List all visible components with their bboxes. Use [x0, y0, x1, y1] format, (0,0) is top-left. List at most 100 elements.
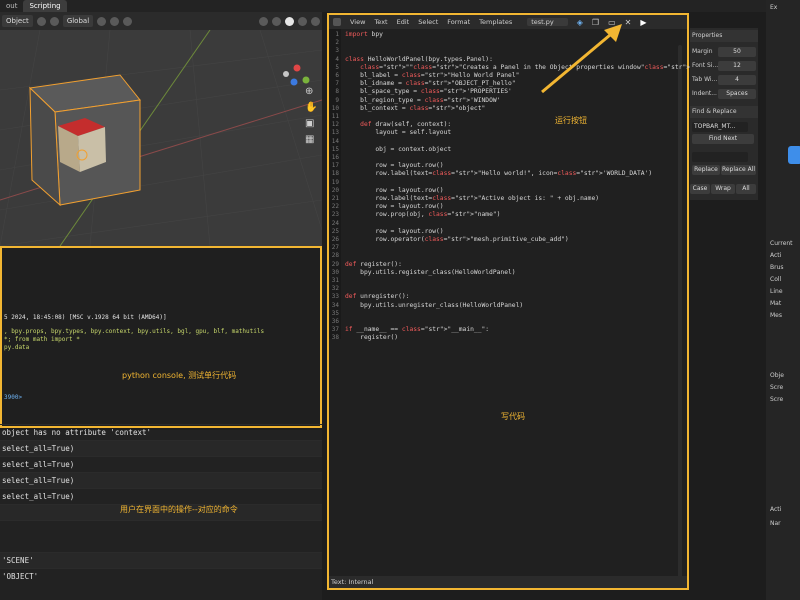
editor-type-icon[interactable]	[333, 18, 341, 26]
python-console[interactable]: 5 2024, 18:45:08) [MSC v.1928 64 bit (AM…	[0, 246, 322, 428]
case-toggle[interactable]: Case	[690, 184, 710, 194]
material-shading-icon[interactable]	[298, 16, 307, 26]
outliner-row[interactable]: Nar	[766, 520, 800, 527]
run-script-icon[interactable]: ▶	[640, 18, 646, 27]
replace-button[interactable]: Replace	[692, 165, 720, 175]
console-line: , bpy.props, bpy.types, bpy.context, bpy…	[4, 328, 265, 335]
code-line: bl_idname = class="str">"OBJECT_PT_hello…	[345, 80, 516, 88]
properties-panel-title[interactable]: Properties	[690, 30, 758, 42]
hand-icon[interactable]: ✋	[305, 102, 319, 113]
line-number: 30	[331, 268, 339, 276]
code-line: row.prop(obj, class="str">"name")	[345, 211, 501, 219]
grid-icon[interactable]: ▦	[305, 134, 319, 145]
rendered-shading-icon[interactable]	[311, 16, 320, 26]
view-icon[interactable]	[36, 16, 46, 26]
xray-icon[interactable]	[272, 16, 281, 26]
menu-edit[interactable]: Edit	[397, 18, 410, 26]
log-row: select_all=True)	[0, 488, 322, 504]
indent-dropdown[interactable]: Spaces	[718, 89, 756, 99]
menu-text[interactable]: Text	[374, 18, 387, 26]
console-annotation: python console, 测试单行代码	[122, 371, 237, 380]
outliner-row[interactable]: Obje	[766, 372, 800, 379]
tab-layout[interactable]: out	[0, 0, 23, 12]
find-field[interactable]: TOPBAR_MT...	[692, 122, 748, 132]
proportional-edit-icon[interactable]	[123, 16, 133, 26]
line-number: 31	[331, 277, 339, 284]
gizmo-y	[302, 76, 310, 84]
code-area[interactable]: 写代码 运行按钮 1 import bpy 2 3 4 class HelloWorldP…	[329, 29, 698, 585]
line-number: 15	[331, 145, 339, 153]
text-editor-header: View Text Edit Select Format Templates t…	[329, 15, 687, 29]
solid-shading-icon[interactable]	[285, 16, 294, 26]
mode-dropdown[interactable]: Object	[2, 15, 33, 27]
menu-format[interactable]: Format	[447, 18, 470, 26]
select-icon[interactable]	[49, 16, 59, 26]
outliner-row[interactable]: Scre	[766, 396, 800, 403]
outliner-row[interactable]: Mes	[766, 312, 800, 319]
scrollbar[interactable]	[678, 45, 682, 585]
line-number: 7	[335, 80, 339, 88]
code-line: obj = context.object	[345, 145, 452, 153]
line-number: 10	[331, 104, 339, 112]
snap-icon[interactable]	[110, 16, 120, 26]
code-line: row = layout.row()	[345, 227, 444, 235]
outliner-row[interactable]: Scre	[766, 384, 800, 391]
replace-field[interactable]	[692, 152, 748, 162]
find-replace-panel-title[interactable]: Find & Replace	[690, 106, 758, 118]
find-next-button[interactable]: Find Next	[692, 134, 754, 144]
code-line: bl_context = class="str">"object"	[345, 104, 486, 112]
outliner-row[interactable]: Ex	[766, 4, 800, 11]
wrap-toggle[interactable]: Wrap	[711, 184, 735, 194]
log-row: select_all=True)	[0, 472, 322, 488]
log-row: object has no attribute 'context'	[0, 424, 322, 440]
menu-templates[interactable]: Templates	[479, 18, 512, 26]
zoom-icon[interactable]: ⊕	[305, 86, 319, 97]
margin-field[interactable]: 50	[718, 47, 756, 57]
gizmo-center	[283, 71, 289, 77]
outliner-row[interactable]: Brus	[766, 264, 800, 271]
log-row	[0, 520, 322, 536]
all-toggle[interactable]: All	[736, 184, 756, 194]
menu-view[interactable]: View	[350, 18, 365, 26]
line-number: 16	[331, 154, 339, 161]
transform-orientation-dropdown[interactable]: Global	[62, 15, 94, 27]
outliner-row[interactable]: Coll	[766, 276, 800, 283]
line-number: 18	[331, 170, 339, 178]
outliner-row[interactable]: Current	[766, 240, 800, 247]
3d-viewport[interactable]: ⊕ ✋ ▣ ▦	[0, 30, 322, 246]
outliner-panel[interactable]: Ex Current Acti Brus Coll Line Mat Mes O…	[766, 0, 800, 600]
code-line: def register():	[345, 260, 402, 268]
pivot-icon[interactable]	[97, 16, 107, 26]
menu-select[interactable]: Select	[418, 18, 438, 26]
line-number: 19	[331, 178, 339, 186]
line-number: 5	[335, 63, 339, 71]
line-number: 6	[335, 72, 339, 79]
font-size-field[interactable]: 12	[718, 61, 756, 71]
tab-width-field[interactable]: 4	[718, 75, 756, 85]
line-number: 28	[331, 252, 339, 260]
line-number: 34	[331, 301, 339, 309]
code-line: class="str">""class="str">"Creates a Pan…	[360, 63, 698, 71]
console-line: 5 2024, 18:45:08) [MSC v.1928 64 bit (AM…	[4, 314, 167, 321]
annotation-arrow	[541, 24, 622, 94]
blue-badge-icon	[788, 146, 800, 164]
line-number: 9	[335, 96, 339, 104]
camera-icon[interactable]: ▣	[305, 118, 319, 129]
outliner-row[interactable]: Acti	[766, 506, 800, 513]
replace-all-button[interactable]: Replace All	[721, 165, 756, 175]
line-number: 36	[331, 318, 339, 325]
line-number: 29	[331, 260, 339, 268]
outliner-row[interactable]: Mat	[766, 300, 800, 307]
overlay-icon[interactable]	[259, 16, 268, 26]
tab-scripting[interactable]: Scripting	[23, 0, 67, 12]
viewport-header: Object Global	[0, 12, 322, 30]
line-number: 26	[331, 236, 339, 243]
editor-sidebar: Properties Margin 50 Font Si... 12 Tab W…	[690, 28, 758, 200]
log-row: select_all=True)	[0, 440, 322, 456]
outliner-row[interactable]: Acti	[766, 252, 800, 259]
info-log[interactable]: object has no attribute 'context' select…	[0, 424, 322, 600]
line-number: 33	[331, 293, 339, 301]
code-line: layout = self.layout	[345, 129, 452, 137]
code-line: bpy.utils.unregister_class(HelloWorldPan…	[345, 301, 524, 309]
outliner-row[interactable]: Line	[766, 288, 800, 295]
